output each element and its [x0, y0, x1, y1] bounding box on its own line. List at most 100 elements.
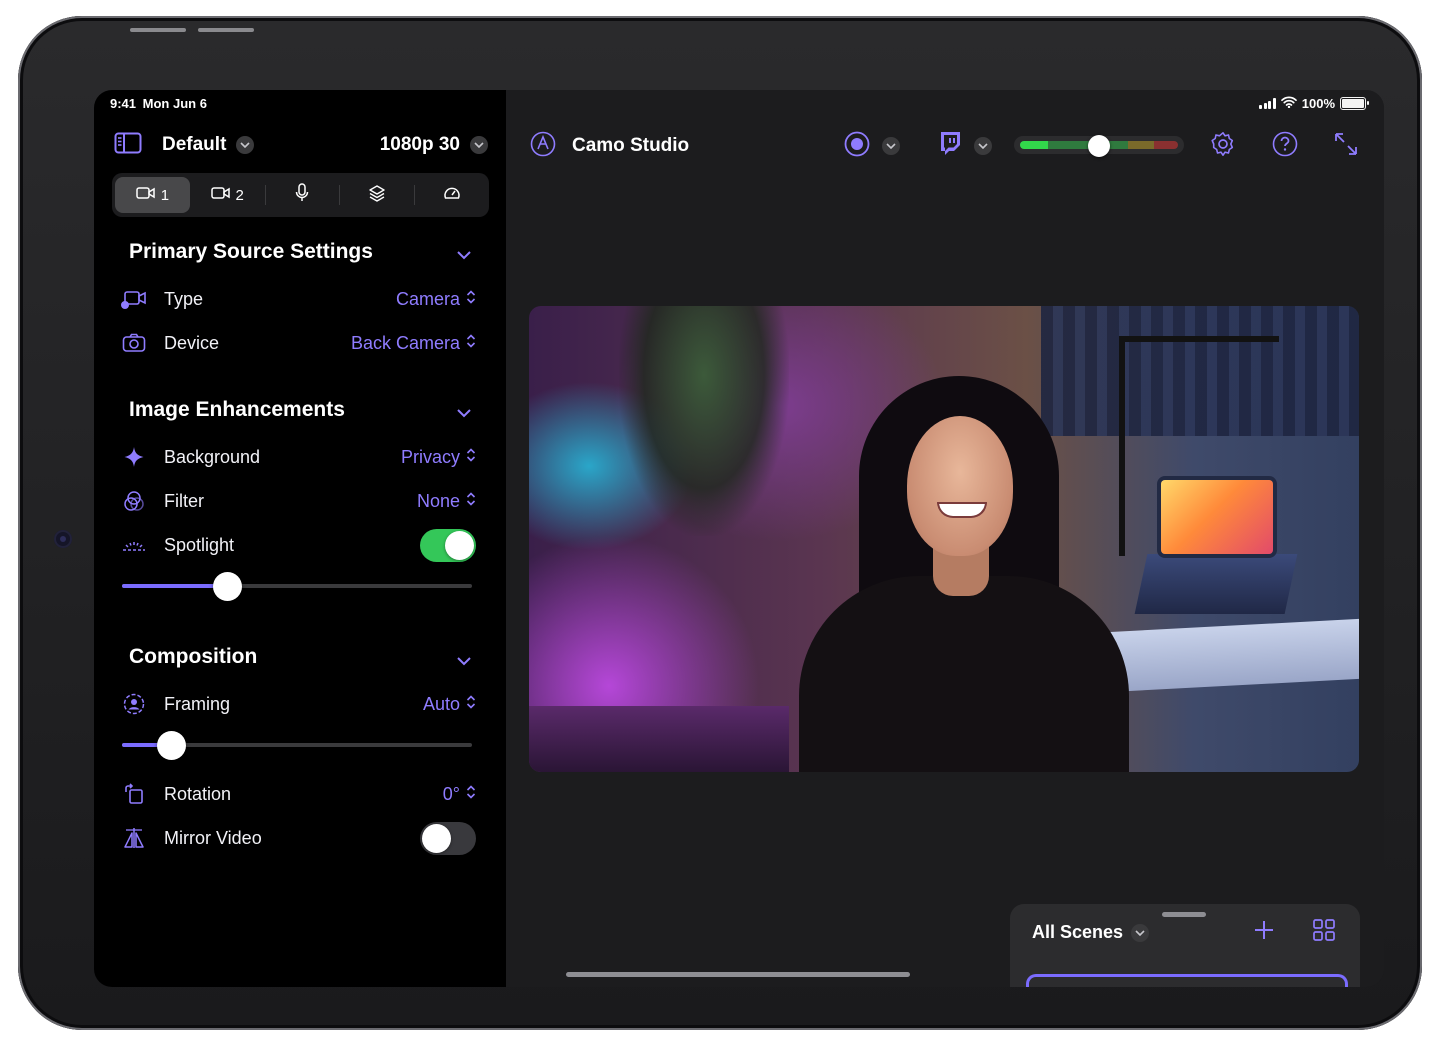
- record-icon[interactable]: [844, 131, 870, 162]
- scene-card-selected[interactable]: [1026, 974, 1348, 987]
- record-control[interactable]: [844, 130, 900, 162]
- spotlight-toggle[interactable]: [420, 528, 476, 562]
- date-label: Mon Jun 6: [142, 96, 207, 111]
- screen: 9:41 Mon Jun 6 Default 1080p 30 1 2 Prim…: [94, 90, 1384, 987]
- preview-desk: [1089, 618, 1359, 694]
- fullscreen-button[interactable]: [1333, 130, 1359, 162]
- framing-value-text: Auto: [422, 693, 460, 714]
- spotlight-icon: [120, 535, 148, 555]
- background-label: Background: [164, 446, 261, 467]
- record-options-chevron-down-icon[interactable]: [882, 137, 900, 155]
- spotlight-slider[interactable]: [122, 572, 472, 601]
- rotation-value[interactable]: 0°: [443, 784, 476, 805]
- toggle-knob: [445, 530, 474, 560]
- rotation-label: Rotation: [164, 783, 232, 804]
- home-indicator[interactable]: [566, 972, 910, 977]
- meter-low: [1020, 141, 1048, 149]
- gauge-icon: [443, 185, 461, 205]
- tab-performance[interactable]: [414, 177, 489, 213]
- meter-peak: [1154, 141, 1178, 149]
- microphone-icon: [295, 183, 309, 207]
- chevron-up-down-icon: [466, 447, 476, 468]
- settings-button[interactable]: [1210, 130, 1236, 162]
- toggle-knob: [422, 823, 451, 853]
- camera-preview[interactable]: [529, 306, 1359, 772]
- tab-microphone[interactable]: [264, 177, 340, 213]
- primary-collapse-chevron-down-icon[interactable]: [456, 247, 472, 265]
- chevron-up-down-icon: [466, 289, 476, 310]
- primary-source-settings-title[interactable]: Primary Source Settings: [129, 240, 373, 264]
- sidebar-header: Default 1080p 30: [114, 130, 488, 160]
- sidebar: 9:41 Mon Jun 6 Default 1080p 30 1 2 Prim…: [94, 90, 506, 987]
- scenes-selector[interactable]: All Scenes: [1032, 922, 1150, 943]
- panel-grabber[interactable]: [1162, 912, 1206, 917]
- background-value[interactable]: Privacy: [401, 447, 476, 468]
- slider-thumb[interactable]: [213, 572, 242, 601]
- scenes-chevron-down-icon[interactable]: [1131, 923, 1150, 942]
- camo-logo-icon: [530, 131, 556, 162]
- device-value[interactable]: Back Camera: [351, 333, 476, 354]
- gear-icon: [1210, 131, 1236, 162]
- image-enhancements-title[interactable]: Image Enhancements: [129, 398, 345, 422]
- composition-collapse-chevron-down-icon[interactable]: [456, 653, 472, 671]
- filter-row[interactable]: Filter None: [120, 486, 476, 516]
- layers-icon: [368, 184, 386, 206]
- cellular-signal-icon: [1259, 98, 1276, 109]
- resolution-selector[interactable]: 1080p 30: [380, 134, 488, 156]
- filter-icon: [120, 490, 148, 512]
- type-value[interactable]: Camera: [396, 289, 476, 310]
- framing-value[interactable]: Auto: [423, 694, 476, 715]
- tab-camera-1[interactable]: 1: [115, 177, 190, 213]
- chevron-up-down-icon: [466, 333, 476, 354]
- framing-row[interactable]: Framing Auto: [120, 689, 476, 719]
- preview-person-face: [907, 416, 1013, 556]
- stream-control[interactable]: [938, 130, 992, 162]
- add-scene-plus-icon[interactable]: [1252, 918, 1276, 947]
- scenes-title: All Scenes: [1032, 922, 1124, 942]
- ipad-frame: 9:41 Mon Jun 6 Default 1080p 30 1 2 Prim…: [18, 16, 1422, 1030]
- profile-selector[interactable]: Default: [162, 134, 226, 156]
- filter-value[interactable]: None: [417, 491, 476, 512]
- spotlight-row: Spotlight: [120, 528, 476, 562]
- app-header: Camo Studio: [530, 130, 689, 162]
- type-row[interactable]: Type Camera: [120, 284, 476, 314]
- mirror-label: Mirror Video: [164, 827, 262, 848]
- rotation-value-text: 0°: [442, 783, 460, 804]
- enhancements-collapse-chevron-down-icon[interactable]: [456, 405, 472, 423]
- mirror-row: Mirror Video: [120, 821, 476, 855]
- volume-down-button: [198, 28, 254, 32]
- audio-gain-slider-thumb[interactable]: [1088, 135, 1110, 157]
- preview-acoustic-panel: [1041, 306, 1359, 436]
- resolution-chevron-down-icon[interactable]: [470, 136, 488, 154]
- spotlight-label: Spotlight: [164, 534, 235, 555]
- help-button[interactable]: [1272, 130, 1298, 162]
- device-row[interactable]: Device Back Camera: [120, 328, 476, 358]
- device-label: Device: [164, 332, 220, 353]
- profile-chevron-down-icon[interactable]: [236, 136, 255, 154]
- mirror-video-toggle[interactable]: [420, 821, 476, 855]
- grid-view-icon[interactable]: [1312, 918, 1336, 947]
- question-mark-icon: [1272, 131, 1298, 162]
- chevron-up-down-icon: [466, 784, 476, 805]
- framing-person-icon: [120, 693, 148, 715]
- framing-slider[interactable]: [122, 731, 472, 760]
- preview-camera-desk: [529, 706, 789, 772]
- tab-camera-2[interactable]: 2: [190, 177, 265, 213]
- scenes-panel: All Scenes: [1010, 904, 1360, 987]
- tab-layers[interactable]: [339, 177, 414, 213]
- composition-title[interactable]: Composition: [129, 645, 257, 669]
- twitch-icon[interactable]: [938, 131, 962, 162]
- sidebar-toggle-icon[interactable]: [114, 132, 142, 159]
- background-value-text: Privacy: [400, 446, 460, 467]
- rotation-row[interactable]: Rotation 0°: [120, 779, 476, 809]
- battery-percent: 100%: [1301, 96, 1335, 111]
- battery-icon: [1340, 97, 1369, 110]
- rotate-icon: [120, 783, 148, 805]
- stream-options-chevron-down-icon[interactable]: [974, 137, 992, 155]
- background-row[interactable]: Background Privacy: [120, 442, 476, 472]
- resolution-label: 1080p 30: [379, 134, 460, 155]
- filter-value-text: None: [416, 490, 460, 511]
- slider-thumb[interactable]: [157, 731, 186, 760]
- preview-person-body: [799, 576, 1129, 772]
- tab-label: 2: [235, 186, 244, 204]
